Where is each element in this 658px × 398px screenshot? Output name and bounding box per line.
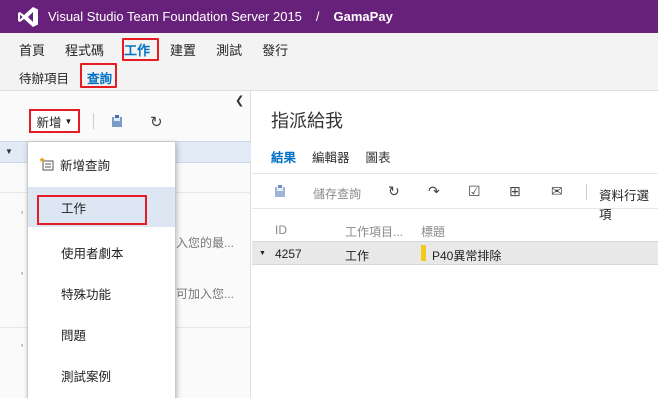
menu-item-label: 問題 [61,328,87,343]
visual-studio-logo-icon[interactable] [17,6,39,28]
cell-title[interactable]: P40異常排除 [432,247,501,264]
tab-charts[interactable]: 圖表 [366,147,391,166]
results-grid-header: ID 工作項目... 標題 [252,223,658,241]
column-header-id[interactable]: ID [275,223,287,237]
highlight-box-task [37,195,147,225]
tree-marker: ‘ [21,210,24,221]
column-header-work-item-type[interactable]: 工作項目... [345,223,403,240]
email-icon[interactable]: ✉ [551,183,563,200]
menu-item-label: 特殊功能 [61,287,112,302]
new-button-label: 新增 [36,115,62,130]
expand-triangle-icon[interactable]: ▼ [5,147,13,156]
hub-navigation: 首頁 程式碼 工作 建置 測試 發行 待辦項目 查詢 [0,33,658,91]
tab-backlogs[interactable]: 待辦項目 [0,68,78,87]
save-icon[interactable] [275,184,287,200]
top-bar: Visual Studio Team Foundation Server 201… [0,0,658,33]
new-query-icon [39,157,54,171]
menu-item-test-case[interactable]: 測試案例 [28,355,175,395]
cell-id: 4257 [275,247,302,261]
refresh-icon[interactable]: ↻ [150,113,163,131]
menu-item-task[interactable]: 工作 [28,187,175,227]
state-color-bar [421,245,426,261]
toolbar-divider [93,113,94,129]
breadcrumb-separator: / [315,9,320,24]
menu-item-label: 使用者劇本 [61,246,124,261]
tab-editor[interactable]: 編輯器 [312,147,350,166]
highlight-box-queries [80,63,117,88]
column-header-title[interactable]: 標題 [421,223,445,240]
menu-item-feature[interactable]: 特殊功能 [28,273,175,313]
cell-work-item-type: 工作 [345,249,370,263]
link-work-item-icon[interactable]: ☑ [468,183,481,200]
menu-item-new-query[interactable]: 新增查詢 [28,144,175,184]
project-name[interactable]: GamaPay [334,9,393,24]
nav-home[interactable]: 首頁 [0,40,55,59]
results-toolbar: 儲存查詢 ↻ ↷ ☑ ⊞ ✉ 資料行選項 [252,173,658,222]
redo-arrow-icon[interactable]: ↷ [428,183,440,200]
query-snippet-2: 可加入您... [176,287,235,301]
nav-build[interactable]: 建置 [160,40,206,59]
query-tabs: 結果 編輯器 圖表 [271,147,407,166]
refresh-icon[interactable]: ↻ [388,183,400,200]
page-title: 指派給我 [271,111,343,131]
nav-test[interactable]: 測試 [206,40,252,59]
new-button[interactable]: 新增 ▼ [29,109,80,133]
save-query-button[interactable]: 儲存查詢 [313,185,361,202]
product-name[interactable]: Visual Studio Team Foundation Server 201… [48,9,302,24]
query-results-pane: 指派給我 結果 編輯器 圖表 儲存查詢 ↻ ↷ ☑ ⊞ ✉ 資料行選項 ID 工… [252,91,658,398]
nav-release[interactable]: 發行 [252,40,298,59]
menu-item-user-story[interactable]: 使用者劇本 [28,232,175,272]
menu-item-label: 測試案例 [61,369,112,384]
new-menu-dropdown: 新增查詢 工作 使用者劇本 特殊功能 問題 測試案例 [27,141,176,398]
tree-marker: ‘ [21,343,24,354]
toolbar-divider [586,184,587,200]
query-snippet-1: 入您的最... [176,236,235,250]
caret-down-icon: ▼ [64,116,73,126]
nav-code[interactable]: 程式碼 [55,40,114,59]
row-context-triangle-icon[interactable]: ▼ [259,250,266,257]
chevron-left-icon[interactable]: ❮ [235,94,244,107]
column-options-button[interactable]: 資料行選項 [599,185,658,223]
tree-marker: ‘ [21,271,24,282]
highlight-box-work [122,38,159,61]
menu-item-issue[interactable]: 問題 [28,314,175,354]
menu-item-label: 新增查詢 [60,158,111,173]
table-row[interactable]: ▼ 4257 工作 P40異常排除 [252,241,658,265]
save-icon[interactable] [112,115,124,127]
tab-results[interactable]: 結果 [271,147,296,166]
new-linked-item-icon[interactable]: ⊞ [509,183,521,200]
